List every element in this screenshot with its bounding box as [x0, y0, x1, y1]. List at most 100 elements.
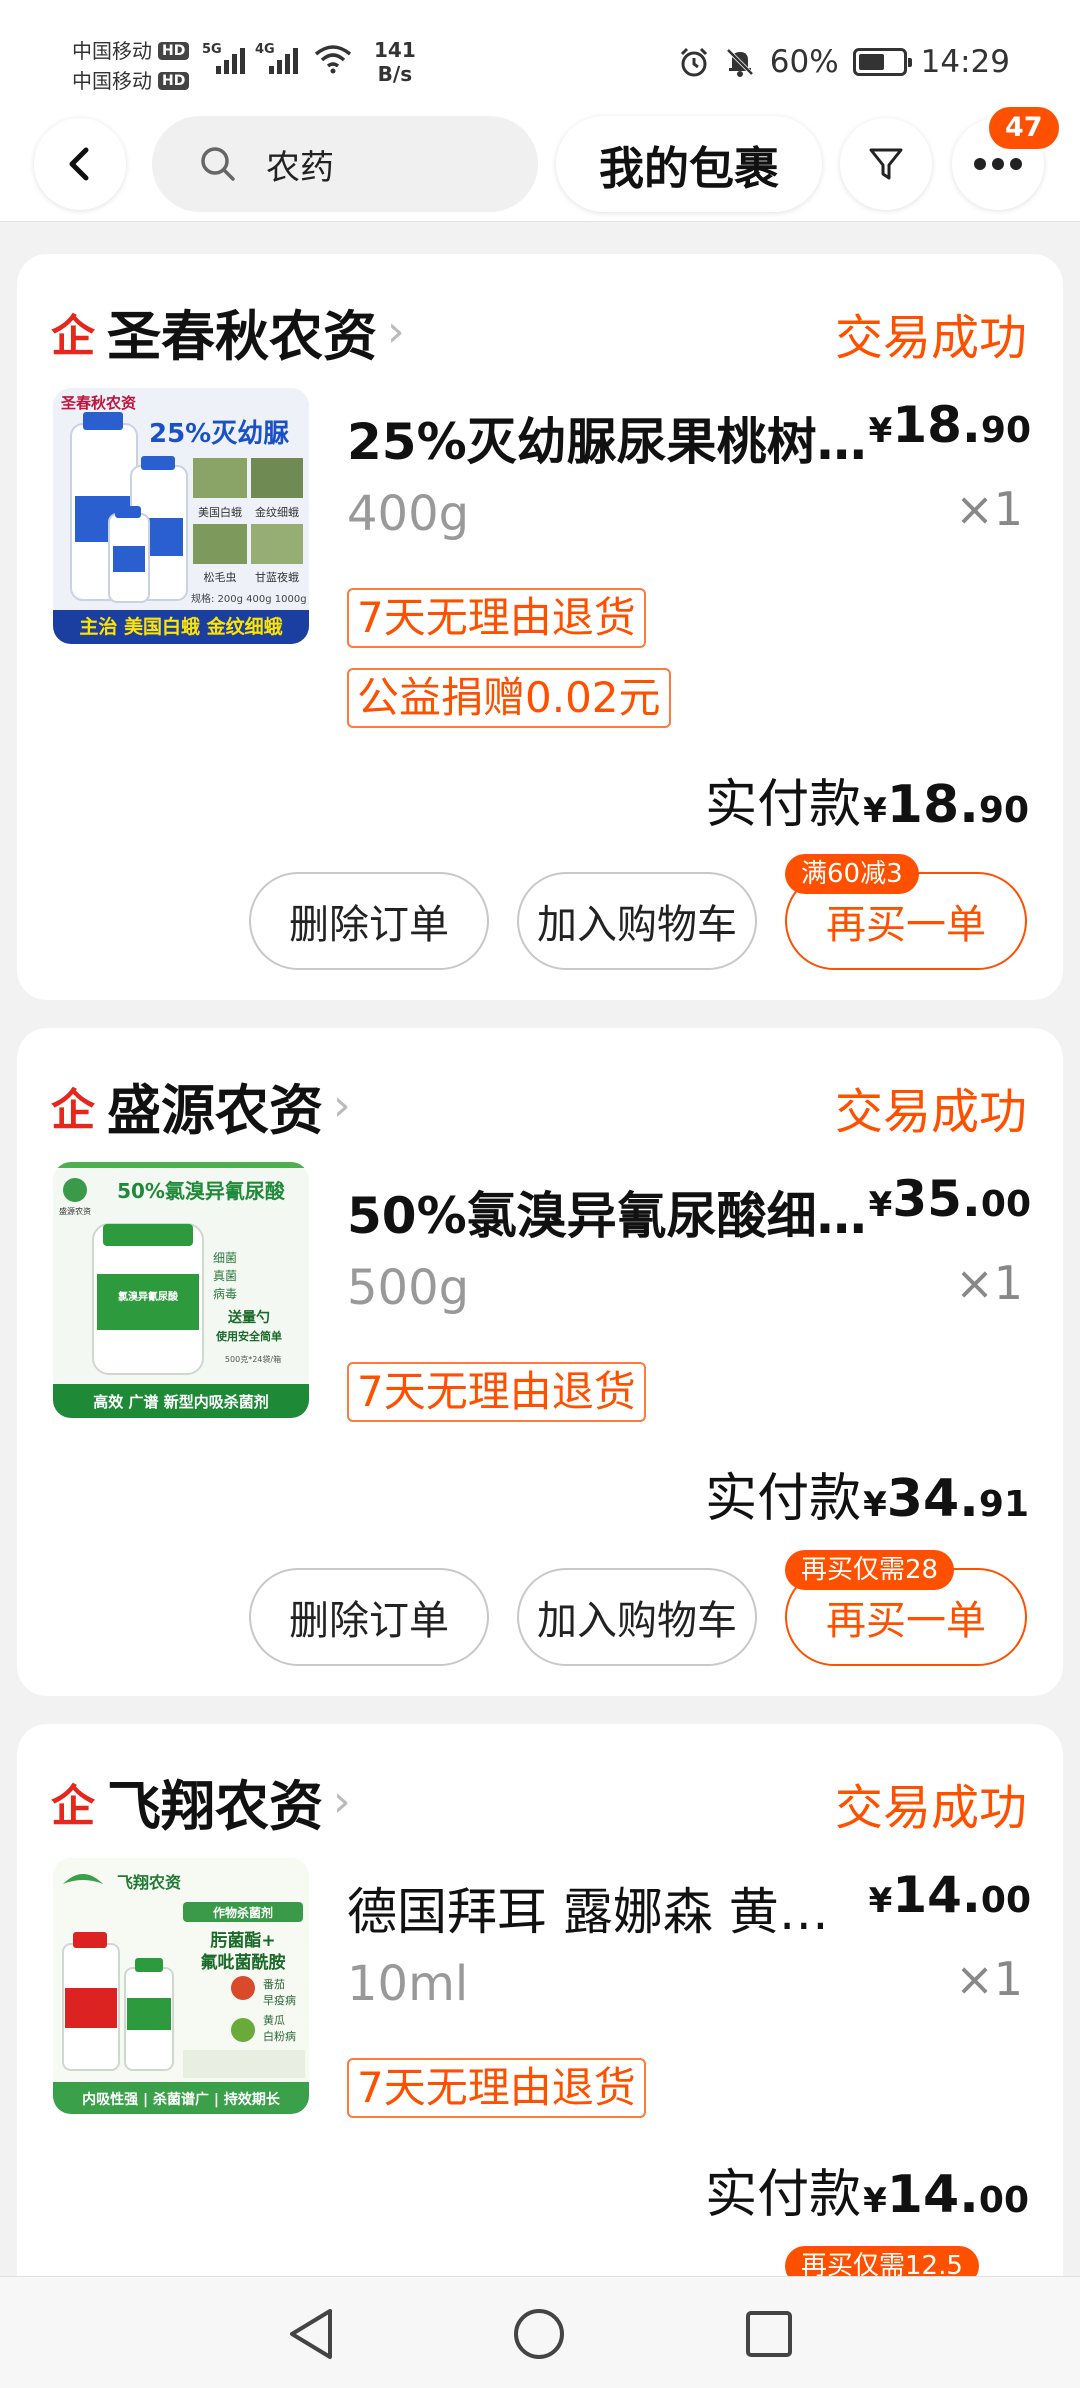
paid-integer: 14. — [886, 2165, 979, 2225]
add-to-cart-button[interactable]: 加入购物车 — [517, 1568, 757, 1666]
shop-name: 飞翔农资 — [107, 1775, 323, 1838]
clock: 14:29 — [920, 44, 1010, 80]
paid-decimal: 90 — [978, 790, 1029, 831]
price-decimal: 00 — [980, 1184, 1031, 1225]
shop-name: 盛源农资 — [107, 1079, 323, 1142]
notification-badge: 47 — [986, 104, 1062, 152]
nav-recents-button[interactable] — [734, 2299, 804, 2369]
image-label-2: 早疫病 — [263, 1993, 296, 2007]
filter-button[interactable] — [840, 118, 932, 210]
nav-back-button[interactable] — [276, 2299, 346, 2369]
back-button[interactable] — [34, 118, 126, 210]
hd-badge-2: HD — [158, 72, 190, 90]
product-name[interactable]: 25%灭幼脲尿果桃树… — [347, 402, 907, 474]
image-highlight-1: 送量勺 — [227, 1309, 270, 1326]
paid-currency: ¥ — [863, 2181, 887, 2221]
paid-label: 实付款 — [705, 775, 862, 835]
paid-amount: 实付款 ¥18. 90 — [705, 762, 1029, 837]
battery-percent: 60% — [769, 44, 839, 80]
my-packages-button[interactable]: 我的包裹 — [556, 116, 822, 212]
enterprise-icon: 企 — [51, 310, 95, 362]
product-spec: 500g — [347, 1260, 470, 1316]
shop-name: 圣春秋农资 — [107, 305, 377, 368]
status-bar: 中国移动 HD 中国移动 HD 5G 4G 141 B/s 60% 14:29 — [0, 0, 1080, 110]
carrier-info: 中国移动 HD 中国移动 HD — [72, 36, 190, 96]
image-bullet-2: 真菌 — [213, 1269, 237, 1283]
mute-bell-icon — [726, 48, 754, 77]
image-title: 25%灭幼脲 — [149, 419, 289, 449]
price-integer: 18. — [892, 396, 981, 454]
alarm-icon — [680, 47, 707, 77]
order-status: 交易成功 — [834, 1780, 1027, 1836]
more-dots-icon — [974, 158, 1022, 170]
price-integer: 35. — [892, 1170, 981, 1228]
price-decimal: 00 — [980, 1880, 1031, 1921]
chevron-right-icon: › — [333, 1776, 351, 1827]
price-currency: ¥ — [868, 1185, 893, 1225]
product-image: 盛源农资 50%氯溴异氰尿酸 氯溴异氰尿酸 细菌 真菌 病毒 送量勺 使用安全简… — [53, 1162, 309, 1418]
paid-amount: 实付款 ¥34. 91 — [705, 1456, 1029, 1531]
promo-badge: 再买仅需28 — [785, 1550, 955, 1590]
image-label-3: 黄瓜 — [263, 2013, 285, 2027]
carrier-1: 中国移动 — [72, 39, 152, 63]
system-navigation-bar — [0, 2276, 1080, 2388]
shop-header[interactable]: 企 盛源农资 › — [51, 1066, 351, 1145]
search-query: 农药 — [266, 147, 334, 188]
product-name[interactable]: 50%氯溴异氰尿酸细… — [347, 1176, 907, 1248]
order-status: 交易成功 — [834, 1084, 1027, 1140]
image-brand: 圣春秋农资 — [60, 394, 136, 412]
search-bar[interactable]: 农药 — [152, 116, 538, 212]
enterprise-icon: 企 — [51, 1780, 95, 1832]
search-icon — [201, 147, 235, 181]
image-caption: 内吸性强 | 杀菌谱广 | 持效期长 — [82, 2091, 281, 2108]
product-image: 主治 美国白蛾 金纹细蛾 圣春秋农资 25%灭幼脲 美国白蛾 金纹细蛾 松毛虫 … — [53, 388, 309, 644]
shop-header[interactable]: 企 飞翔农资 › — [51, 1762, 351, 1841]
shop-header[interactable]: 企 圣春秋农资 › — [51, 292, 405, 371]
product-thumbnail[interactable]: 主治 美国白蛾 金纹细蛾 圣春秋农资 25%灭幼脲 美国白蛾 金纹细蛾 松毛虫 … — [53, 388, 309, 644]
image-label-1: 番茄 — [263, 1977, 285, 1991]
filter-icon — [869, 148, 903, 180]
image-label-2: 金纹细蛾 — [255, 505, 299, 519]
image-label-4: 白粉病 — [263, 2029, 296, 2043]
image-caption: 主治 美国白蛾 金纹细蛾 — [79, 615, 282, 638]
square-recents-icon — [746, 2311, 792, 2357]
product-name[interactable]: 德国拜耳 露娜森 黄… — [347, 1872, 907, 1944]
delete-order-button[interactable]: 删除订单 — [249, 1568, 489, 1666]
product-thumbnail[interactable]: 飞翔农资 作物杀菌剂 肟菌酯+ 氟吡菌酰胺 番茄 早疫病 黄瓜 白粉病 内吸性强… — [53, 1858, 309, 2114]
image-bullet-3: 病毒 — [213, 1286, 237, 1301]
paid-integer: 18. — [886, 775, 979, 835]
promo-badge: 满60减3 — [785, 854, 919, 894]
signal-4g-icon: 4G — [255, 42, 298, 74]
product-thumbnail[interactable]: 盛源农资 50%氯溴异氰尿酸 氯溴异氰尿酸 细菌 真菌 病毒 送量勺 使用安全简… — [53, 1162, 309, 1418]
battery-icon — [852, 48, 912, 76]
price-decimal: 90 — [980, 410, 1031, 451]
image-title-1: 肟菌酯+ — [210, 1931, 275, 1951]
carrier-2: 中国移动 — [72, 69, 152, 93]
network-type-2: 4G — [255, 42, 275, 57]
speed-unit: B/s — [377, 62, 413, 86]
return-policy-tag: 7天无理由退货 — [347, 2058, 646, 2118]
charity-tag: 公益捐赠0.02元 — [347, 668, 671, 728]
image-bottle-label: 氯溴异氰尿酸 — [118, 1290, 179, 1303]
signal-5g-icon: 5G — [202, 42, 245, 74]
paid-currency: ¥ — [863, 1485, 887, 1525]
paid-currency: ¥ — [863, 791, 887, 831]
add-to-cart-button[interactable]: 加入购物车 — [517, 872, 757, 970]
paid-decimal: 91 — [978, 1484, 1029, 1525]
delete-order-button[interactable]: 删除订单 — [249, 872, 489, 970]
image-label-3: 松毛虫 — [204, 570, 237, 584]
order-card: 企 圣春秋农资 › 交易成功 主治 美国白蛾 金纹细蛾 圣春秋农资 25%灭幼脲… — [17, 254, 1063, 1000]
return-policy-tag: 7天无理由退货 — [347, 1362, 646, 1422]
order-card: 企 盛源农资 › 交易成功 盛源农资 50%氯溴异氰尿酸 氯溴异氰尿酸 细菌 真… — [17, 1028, 1063, 1696]
image-title-2: 氟吡菌酰胺 — [201, 1952, 286, 1973]
hd-badge-1: HD — [158, 42, 190, 60]
price-currency: ¥ — [868, 1881, 893, 1921]
order-card: 企 飞翔农资 › 交易成功 飞翔农资 作物杀菌剂 肟菌酯+ 氟吡菌酰胺 番茄 早… — [17, 1724, 1063, 2324]
product-spec: 400g — [347, 486, 470, 542]
network-type-1: 5G — [202, 42, 222, 57]
image-caption: 高效 广谱 新型内吸杀菌剂 — [93, 1393, 268, 1411]
speed-value: 141 — [374, 38, 416, 62]
product-image: 飞翔农资 作物杀菌剂 肟菌酯+ 氟吡菌酰胺 番茄 早疫病 黄瓜 白粉病 内吸性强… — [53, 1858, 309, 2114]
nav-home-button[interactable] — [504, 2299, 574, 2369]
network-speed: 141 B/s — [374, 38, 416, 86]
